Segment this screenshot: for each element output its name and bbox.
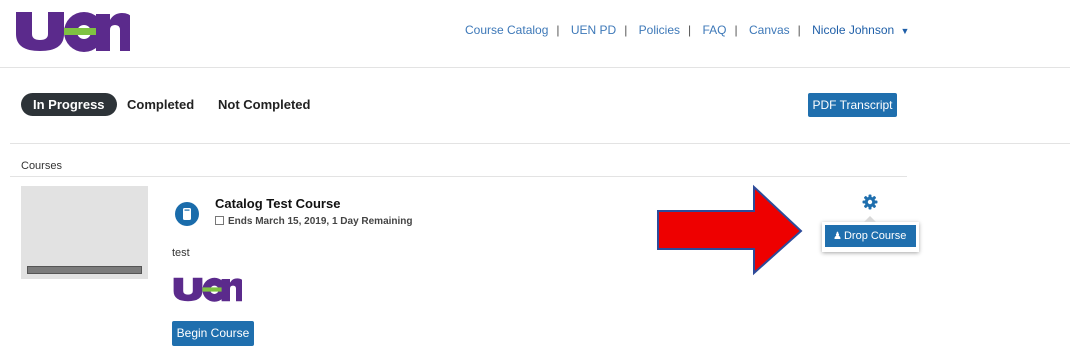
course-options-dropdown: ♟ Drop Course (822, 222, 919, 252)
course-title[interactable]: Catalog Test Course (215, 196, 340, 211)
gear-icon[interactable] (862, 194, 878, 210)
course-provider-logo (170, 272, 245, 304)
user-name: Nicole Johnson (812, 23, 895, 37)
user-plus-icon: ♟ (833, 231, 842, 242)
course-description: test (172, 247, 190, 259)
course-thumbnail[interactable] (21, 186, 148, 279)
nav-separator: | (688, 23, 692, 37)
nav-separator: | (556, 23, 560, 37)
dropdown-caret (864, 216, 876, 222)
tab-completed[interactable]: Completed (127, 97, 194, 112)
caret-down-icon: ▼ (900, 26, 910, 36)
drop-course-label: Drop Course (843, 230, 907, 242)
nav-canvas[interactable]: Canvas (749, 23, 790, 37)
nav-uen-pd[interactable]: UEN PD (571, 23, 616, 37)
header-divider (0, 67, 1070, 68)
book-icon (175, 202, 199, 226)
uen-logo-graphic (16, 12, 134, 52)
course-end-info: Ends March 15, 2019, 1 Day Remaining (215, 216, 413, 227)
tab-not-completed[interactable]: Not Completed (218, 97, 310, 112)
nav-separator: | (797, 23, 801, 37)
begin-course-button[interactable]: Begin Course (172, 321, 254, 346)
top-nav: Course Catalog | UEN PD | Policies | FAQ | C… (465, 23, 909, 37)
annotation-arrow (655, 184, 805, 276)
courses-divider (10, 176, 907, 177)
uen-logo[interactable] (10, 4, 134, 54)
pdf-transcript-button[interactable]: PDF Transcript (808, 93, 897, 117)
uen-small-logo-graphic (173, 277, 245, 302)
course-end-text: Ends March 15, 2019, 1 Day Remaining (228, 216, 413, 227)
nav-separator: | (624, 23, 628, 37)
nav-separator: | (734, 23, 738, 37)
section-title: Courses (21, 160, 62, 172)
calendar-icon (215, 216, 224, 225)
drop-course-button[interactable]: ♟ Drop Course (825, 225, 916, 247)
progress-bar (27, 266, 142, 274)
section-divider (10, 143, 1070, 144)
nav-policies[interactable]: Policies (639, 23, 680, 37)
nav-course-catalog[interactable]: Course Catalog (465, 23, 548, 37)
user-menu[interactable]: Nicole Johnson ▼ (812, 23, 909, 37)
nav-faq[interactable]: FAQ (703, 23, 727, 37)
tab-in-progress[interactable]: In Progress (21, 93, 117, 116)
